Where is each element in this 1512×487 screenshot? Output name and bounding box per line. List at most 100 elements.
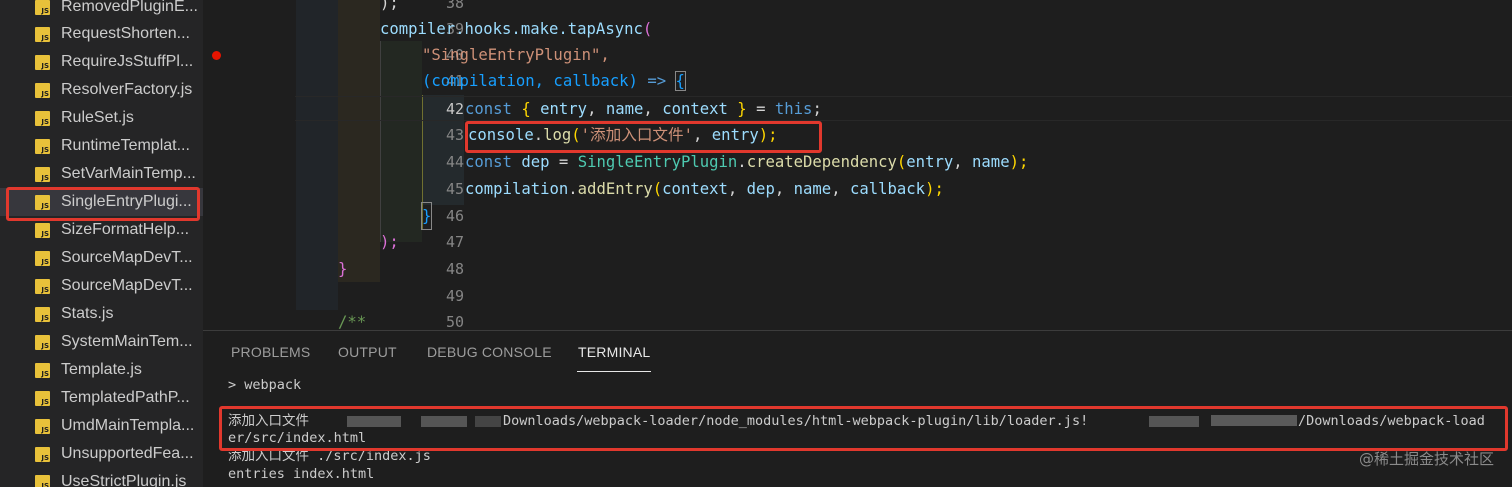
code-line: 39 compiler.hooks.make.tapAsync( bbox=[203, 16, 1512, 42]
javascript-file-icon: JS bbox=[35, 0, 50, 15]
code-text: name bbox=[793, 180, 832, 198]
code-line: 42 const { entry, name, context } = this… bbox=[203, 96, 1512, 122]
file-item[interactable]: JS UnsupportedFea... bbox=[0, 440, 203, 468]
file-item[interactable]: JS RemovedPluginE... bbox=[0, 0, 203, 21]
code-line: 48 } bbox=[203, 256, 1512, 282]
javascript-file-icon: JS bbox=[35, 278, 50, 294]
file-item[interactable]: JS RequireJsStuffPl... bbox=[0, 48, 203, 76]
tab-output[interactable]: OUTPUT bbox=[338, 344, 397, 360]
line-number: 49 bbox=[445, 287, 464, 305]
code-line: 49 bbox=[203, 283, 1512, 309]
terminal-line: > webpack bbox=[228, 377, 302, 393]
file-name: SetVarMainTemp... bbox=[61, 165, 196, 182]
code-editor[interactable]: 38 ); 39 compiler.hooks.make.tapAsync( 4… bbox=[203, 0, 1512, 330]
code-text: context bbox=[662, 100, 728, 118]
code-text: . bbox=[568, 180, 578, 198]
code-text: dep bbox=[511, 153, 559, 171]
file-item[interactable]: JS TemplatedPathP... bbox=[0, 384, 203, 412]
file-name: Stats.js bbox=[61, 305, 114, 322]
terminal-line: entries index.html bbox=[228, 466, 375, 482]
javascript-file-icon: JS bbox=[35, 138, 50, 154]
javascript-file-icon: JS bbox=[35, 390, 50, 406]
line-number: 48 bbox=[445, 260, 464, 278]
file-name: Template.js bbox=[61, 361, 142, 378]
line-number: 43 bbox=[445, 126, 464, 144]
file-name: RemovedPluginE... bbox=[61, 0, 198, 15]
code-text: compiler.hooks.make.tapAsync bbox=[380, 20, 643, 38]
code-text: { bbox=[511, 100, 541, 118]
file-item[interactable]: JS SizeFormatHelp... bbox=[0, 216, 203, 244]
file-name: RuleSet.js bbox=[61, 109, 134, 126]
file-name: RuntimeTemplat... bbox=[61, 137, 190, 154]
tab-problems[interactable]: PROBLEMS bbox=[231, 344, 310, 360]
code-text: "SingleEntryPlugin", bbox=[422, 46, 610, 64]
file-name: ResolverFactory.js bbox=[61, 81, 193, 98]
bottom-panel: PROBLEMS OUTPUT DEBUG CONSOLE TERMINAL >… bbox=[203, 330, 1512, 487]
code-text: ); bbox=[1009, 153, 1029, 171]
highlight-box bbox=[465, 121, 822, 153]
file-item[interactable]: JS ResolverFactory.js bbox=[0, 76, 203, 104]
line-number: 44 bbox=[445, 153, 464, 171]
code-text: dep bbox=[746, 180, 775, 198]
file-name: RequestShorten... bbox=[61, 25, 190, 42]
file-name: UseStrictPlugin.js bbox=[61, 473, 187, 487]
tab-debug-console[interactable]: DEBUG CONSOLE bbox=[427, 344, 552, 360]
file-item[interactable]: JS Stats.js bbox=[0, 300, 203, 328]
javascript-file-icon: JS bbox=[35, 362, 50, 378]
code-text: (compilation, callback) bbox=[422, 72, 638, 90]
file-item[interactable]: JS SourceMapDevT... bbox=[0, 244, 203, 272]
line-number: 50 bbox=[445, 313, 464, 330]
code-line: 38 ); bbox=[203, 0, 1512, 16]
code-text: } bbox=[338, 260, 348, 278]
file-item[interactable]: JS RuleSet.js bbox=[0, 104, 203, 132]
javascript-file-icon: JS bbox=[35, 250, 50, 266]
file-item-active[interactable]: JS SingleEntryPlugi... bbox=[0, 188, 203, 216]
watermark-text: @稀土掘金技术社区 bbox=[1358, 450, 1494, 468]
code-text: const bbox=[465, 100, 512, 118]
code-text: addEntry bbox=[577, 180, 653, 198]
code-line: 45 compilation.addEntry(context, dep, na… bbox=[203, 176, 1512, 202]
code-text: => bbox=[637, 72, 676, 90]
code-text: } bbox=[727, 100, 757, 118]
file-name: SystemMainTem... bbox=[61, 333, 193, 350]
tab-terminal[interactable]: TERMINAL bbox=[578, 344, 650, 360]
file-name: UnsupportedFea... bbox=[61, 445, 194, 462]
highlight-box bbox=[219, 406, 1508, 451]
active-tab-indicator bbox=[577, 371, 651, 372]
code-text: , bbox=[727, 180, 747, 198]
code-line: 41 (compilation, callback) => { bbox=[203, 68, 1512, 94]
javascript-file-icon: JS bbox=[35, 474, 50, 487]
code-text: compilation bbox=[465, 180, 569, 198]
code-text: ); bbox=[925, 180, 944, 198]
code-text: , bbox=[587, 100, 606, 118]
code-text: ); bbox=[380, 0, 399, 12]
breakpoint-icon[interactable] bbox=[212, 51, 221, 60]
code-text: callback bbox=[849, 180, 926, 198]
line-number: 46 bbox=[445, 207, 464, 225]
code-line: 46 } bbox=[203, 202, 1512, 230]
file-name: SingleEntryPlugi... bbox=[61, 193, 192, 210]
file-item[interactable]: JS SetVarMainTemp... bbox=[0, 160, 203, 188]
file-name: SizeFormatHelp... bbox=[61, 221, 190, 238]
javascript-file-icon: JS bbox=[35, 26, 50, 42]
javascript-file-icon: JS bbox=[35, 446, 50, 462]
code-text: entry bbox=[540, 100, 588, 118]
file-item[interactable]: JS RequestShorten... bbox=[0, 20, 203, 48]
code-line: 50 /** bbox=[203, 309, 1512, 330]
file-name: RequireJsStuffPl... bbox=[61, 53, 194, 70]
code-text: SingleEntryPlugin bbox=[577, 153, 738, 171]
line-number: 45 bbox=[445, 180, 464, 198]
javascript-file-icon: JS bbox=[35, 418, 50, 434]
code-text: context bbox=[662, 180, 728, 198]
file-item[interactable]: JS UseStrictPlugin.js bbox=[0, 468, 203, 487]
javascript-file-icon: JS bbox=[35, 110, 50, 126]
javascript-file-icon: JS bbox=[35, 54, 50, 70]
file-item[interactable]: JS RuntimeTemplat... bbox=[0, 132, 203, 160]
file-item[interactable]: JS UmdMainTempla... bbox=[0, 412, 203, 440]
file-name: UmdMainTempla... bbox=[61, 417, 195, 434]
code-text: , bbox=[953, 153, 973, 171]
file-item[interactable]: JS Template.js bbox=[0, 356, 203, 384]
file-item[interactable]: JS SystemMainTem... bbox=[0, 328, 203, 356]
code-text: , bbox=[831, 180, 850, 198]
file-item[interactable]: JS SourceMapDevT... bbox=[0, 272, 203, 300]
